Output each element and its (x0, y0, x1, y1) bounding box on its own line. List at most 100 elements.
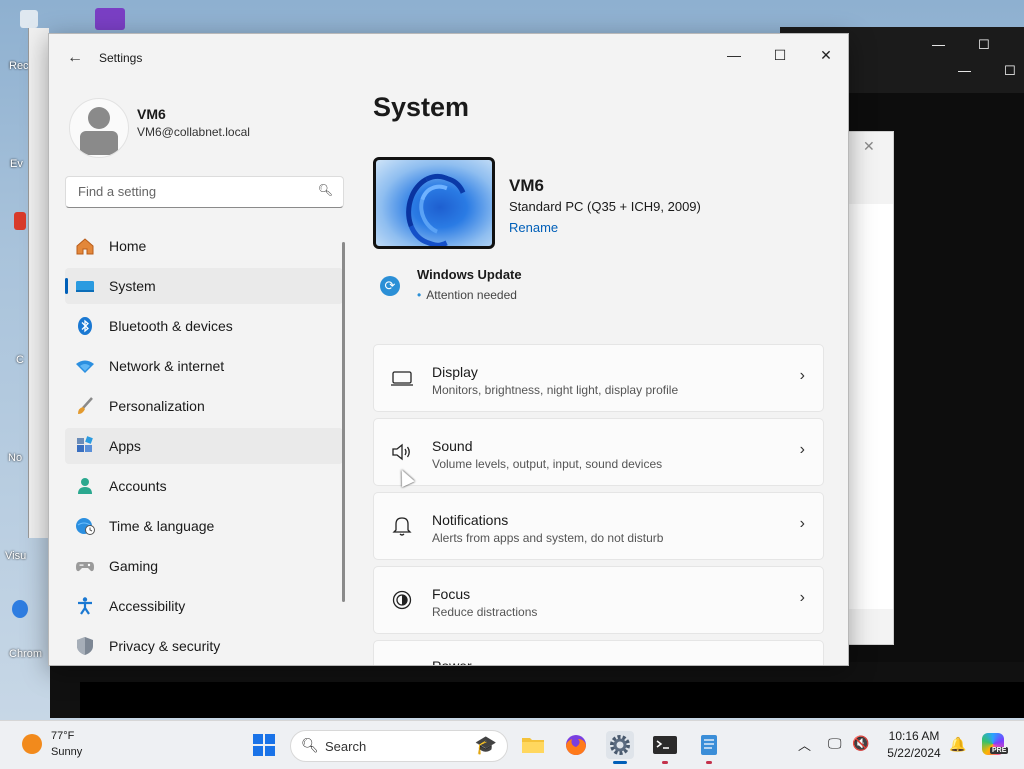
sidebar-item-label: Home (109, 238, 147, 254)
desktop-label[interactable]: C (16, 354, 24, 366)
sidebar-item-label: System (109, 278, 156, 294)
notepad-button[interactable] (695, 731, 723, 764)
status-dot-icon: • (417, 288, 422, 302)
chevron-up-icon[interactable]: ︿ (798, 735, 811, 754)
visual-studio-icon[interactable] (95, 8, 125, 30)
settings-cards: Display Monitors, brightness, night ligh… (373, 344, 824, 666)
title-bar[interactable]: ← Settings — ☐ ✕ (49, 34, 848, 82)
chevron-right-icon: › (800, 663, 805, 665)
taskbar-search-label: Search (325, 739, 367, 754)
notepad-icon (701, 735, 717, 755)
display-icon (391, 371, 413, 386)
card-description: Reduce distractions (432, 605, 538, 619)
folder-icon (522, 738, 544, 753)
start-button[interactable] (253, 734, 275, 756)
minimize-icon[interactable]: — (958, 63, 971, 78)
windows-update-icon[interactable]: ⟳ (380, 276, 400, 296)
sidebar-item-system[interactable]: System (65, 268, 343, 304)
sidebar-item-bluetooth[interactable]: Bluetooth & devices (65, 308, 343, 344)
sidebar-item-apps[interactable]: Apps (65, 428, 343, 464)
device-name: VM6 (509, 176, 544, 195)
file-explorer-button[interactable] (519, 731, 547, 759)
power-icon (390, 663, 414, 666)
sidebar-item-label: Apps (109, 438, 141, 454)
chevron-right-icon: › (799, 441, 805, 458)
rename-link[interactable]: Rename (509, 220, 558, 235)
sidebar-scrollbar[interactable] (342, 242, 345, 602)
home-icon (76, 238, 94, 255)
card-notifications[interactable]: Notifications Alerts from apps and syste… (373, 492, 824, 560)
gamepad-icon (76, 562, 94, 572)
search-input[interactable] (76, 183, 310, 200)
desktop-label[interactable]: Ev (10, 158, 23, 170)
copilot-icon[interactable]: PRE (982, 733, 1009, 755)
card-display[interactable]: Display Monitors, brightness, night ligh… (373, 344, 824, 412)
background-dialog: ✕ (848, 131, 894, 645)
background-window-dark (50, 662, 1024, 718)
chrome-icon[interactable] (12, 600, 28, 618)
card-title: Power (432, 658, 472, 666)
app-icon[interactable] (14, 212, 26, 230)
card-sound[interactable]: Sound Volume levels, output, input, soun… (373, 418, 824, 486)
card-focus[interactable]: Focus Reduce distractions › (373, 566, 824, 634)
avatar[interactable] (69, 98, 129, 158)
recycle-bin-icon[interactable] (20, 10, 38, 28)
firefox-icon (566, 735, 586, 755)
settings-window: ← Settings — ☐ ✕ VM6 VM6@collabnet.local… (48, 33, 849, 666)
desktop-label[interactable]: No (8, 452, 22, 464)
sidebar-item-accounts[interactable]: Accounts (65, 468, 343, 504)
card-title: Display (432, 364, 478, 380)
sun-icon[interactable] (22, 734, 42, 754)
device-model: Standard PC (Q35 + ICH9, 2009) (509, 199, 701, 214)
accessibility-icon (78, 597, 92, 615)
maximize-icon[interactable]: ☐ (1004, 63, 1016, 79)
sidebar-item-home[interactable]: Home (65, 228, 343, 264)
sidebar-item-gaming[interactable]: Gaming (65, 548, 343, 584)
weather-temperature[interactable]: 77°F (51, 730, 74, 742)
desktop-label[interactable]: Visu (5, 550, 26, 562)
settings-button[interactable] (606, 731, 634, 764)
terminal-button[interactable] (651, 731, 679, 764)
chevron-right-icon: › (799, 515, 805, 532)
desktop-label[interactable]: Chrom (9, 648, 42, 660)
desktop-label[interactable]: Rec (9, 60, 29, 72)
status-text: Attention needed (426, 288, 517, 302)
sidebar-item-label: Gaming (109, 558, 159, 574)
active-indicator (613, 761, 627, 764)
sidebar-item-privacy[interactable]: Privacy & security (65, 628, 343, 664)
minimize-button[interactable]: — (711, 40, 757, 70)
weather-condition[interactable]: Sunny (51, 746, 82, 758)
profile-email: VM6@collabnet.local (137, 125, 250, 139)
sidebar-item-network[interactable]: Network & internet (65, 348, 343, 384)
maximize-button[interactable]: ☐ (757, 40, 803, 70)
apps-icon (77, 436, 93, 452)
card-power[interactable]: Power › (373, 640, 824, 666)
network-display-icon[interactable]: 🖵 (828, 735, 842, 752)
search-icon: 🔍︎ (301, 737, 319, 753)
card-title: Notifications (432, 512, 509, 528)
card-description: Monitors, brightness, night light, displ… (432, 383, 679, 397)
clock-date[interactable]: 5/22/2024 (884, 746, 944, 760)
close-icon[interactable]: ✕ (863, 138, 875, 155)
find-setting-box[interactable]: 🔍︎ (65, 176, 344, 208)
sidebar-item-accessibility[interactable]: Accessibility (65, 588, 343, 624)
globe-clock-icon (76, 518, 95, 535)
search-icon: 🔍︎ (317, 183, 333, 197)
sidebar-item-time-language[interactable]: Time & language (65, 508, 343, 544)
maximize-icon[interactable]: ☐ (978, 37, 990, 53)
back-arrow-icon[interactable]: ← (65, 48, 85, 68)
clock-time[interactable]: 10:16 AM (888, 729, 940, 743)
sidebar-item-label: Network & internet (109, 358, 225, 374)
focus-icon (392, 590, 412, 610)
close-button[interactable]: ✕ (803, 40, 848, 70)
sidebar-nav: Home System Bluetooth & devices Network … (65, 228, 343, 665)
windows-update-title[interactable]: Windows Update (417, 267, 522, 282)
sidebar-item-label: Bluetooth & devices (109, 318, 233, 334)
minimize-icon[interactable]: — (932, 37, 945, 52)
taskbar-search[interactable]: 🔍︎ Search 🎓 (290, 730, 508, 762)
firefox-button[interactable] (562, 731, 590, 759)
sidebar-item-personalization[interactable]: Personalization (65, 388, 343, 424)
sidebar-item-label: Personalization (109, 398, 205, 414)
volume-muted-icon[interactable]: 🔇 (852, 735, 869, 752)
notification-bell-icon[interactable]: 🔔 (949, 736, 966, 753)
